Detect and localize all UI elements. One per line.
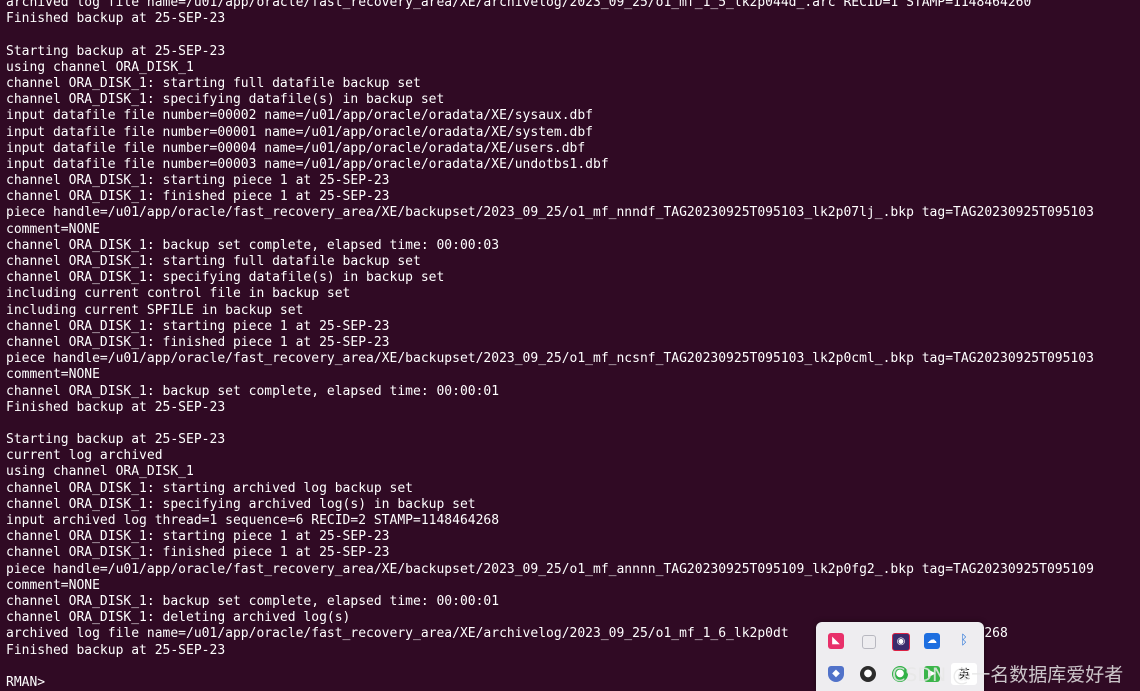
terminal-line: channel ORA_DISK_1: specifying datafile(…	[6, 92, 445, 108]
terminal-line: using channel ORA_DISK_1	[6, 59, 194, 75]
terminal-line: including current control file in backup…	[6, 286, 351, 302]
terminal-line: channel ORA_DISK_1: specifying datafile(…	[6, 270, 445, 286]
bluetooth-icon[interactable]: ᛒ	[956, 633, 972, 649]
terminal-line: channel ORA_DISK_1: starting archived lo…	[6, 480, 413, 496]
terminal-line: channel ORA_DISK_1: starting piece 1 at …	[6, 173, 390, 189]
app-blue-cloud-icon[interactable]: ☁	[924, 633, 940, 649]
terminal-line: comment=NONE	[6, 221, 100, 237]
shield-icon[interactable]: ◆	[828, 666, 844, 682]
terminal-line: channel ORA_DISK_1: starting full datafi…	[6, 75, 421, 91]
terminal-line: channel ORA_DISK_1: backup set complete,…	[6, 237, 500, 253]
terminal-line: channel ORA_DISK_1: backup set complete,…	[6, 383, 500, 399]
terminal-line: Finished backup at 25-SEP-23	[6, 399, 226, 415]
terminal-line: channel ORA_DISK_1: starting piece 1 at …	[6, 318, 390, 334]
terminal-line: including current SPFILE in backup set	[6, 302, 304, 318]
terminal-line: Starting backup at 25-SEP-23	[6, 432, 226, 448]
terminal-line: channel ORA_DISK_1: starting piece 1 at …	[6, 529, 390, 545]
terminal-line: channel ORA_DISK_1: finished piece 1 at …	[6, 334, 390, 350]
app-dark-circle-icon[interactable]: ●	[860, 666, 876, 682]
terminal-line: piece handle=/u01/app/oracle/fast_recove…	[6, 351, 1094, 367]
copy-window-icon[interactable]	[862, 635, 876, 649]
terminal-line: current log archived	[6, 448, 163, 464]
terminal-line: using channel ORA_DISK_1	[6, 464, 194, 480]
terminal-line: channel ORA_DISK_1: backup set complete,…	[6, 593, 500, 609]
terminal-line: piece handle=/u01/app/oracle/fast_recove…	[6, 205, 1094, 221]
terminal-line: comment=NONE	[6, 577, 100, 593]
terminal-line: piece handle=/u01/app/oracle/fast_recove…	[6, 561, 1094, 577]
terminal-line: channel ORA_DISK_1: specifying archived …	[6, 496, 476, 512]
terminal-window[interactable]: archived log file name=/u01/app/oracle/f…	[0, 0, 1140, 691]
terminal-line: input datafile file number=00002 name=/u…	[6, 108, 593, 124]
terminal-line: channel ORA_DISK_1: finished piece 1 at …	[6, 545, 390, 561]
app-purple-icon[interactable]: ◉	[892, 633, 910, 651]
terminal-line: comment=NONE	[6, 367, 100, 383]
terminal-line: input datafile file number=00004 name=/u…	[6, 140, 586, 156]
terminal-line: archived log file name=/u01/app/oracle/f…	[6, 0, 1032, 10]
watermark: CSDN @一名数据库爱好者	[892, 664, 1124, 686]
app-red-icon[interactable]: ◣	[828, 633, 844, 649]
terminal-line: Finished backup at 25-SEP-23	[6, 11, 226, 27]
terminal-line: input datafile file number=00003 name=/u…	[6, 156, 609, 172]
terminal-line: input archived log thread=1 sequence=6 R…	[6, 513, 500, 528]
terminal-line: Starting backup at 25-SEP-23	[6, 43, 226, 59]
terminal-line: channel ORA_DISK_1: starting full datafi…	[6, 254, 421, 269]
terminal-line: input datafile file number=00001 name=/u…	[6, 124, 593, 140]
terminal-output: archived log file name=/u01/app/oracle/f…	[6, 0, 1094, 691]
terminal-line: channel ORA_DISK_1: finished piece 1 at …	[6, 189, 390, 205]
